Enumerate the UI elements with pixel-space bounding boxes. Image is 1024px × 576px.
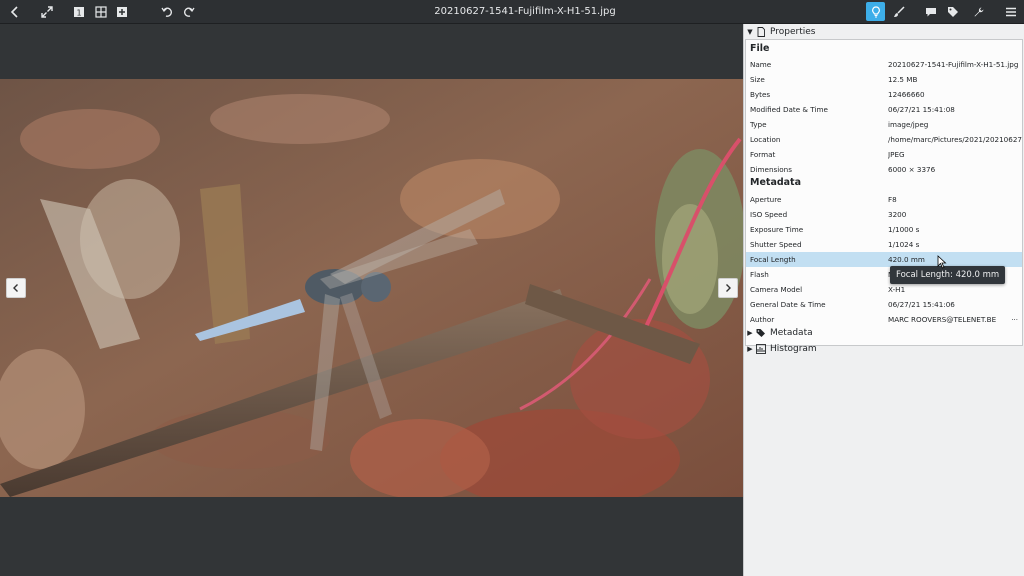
property-row[interactable]: General Date & Time 06/27/21 15:41:06 — [746, 297, 1022, 312]
property-value: 12.5 MB — [888, 75, 918, 84]
property-key: Exposure Time — [750, 225, 804, 234]
histogram-header-label: Histogram — [770, 344, 817, 354]
property-row[interactable]: Exposure Time 1/1000 s — [746, 222, 1022, 237]
collapsed-arrow-icon: ▶ — [747, 345, 753, 353]
back-icon[interactable] — [6, 3, 23, 20]
info-icon[interactable] — [866, 2, 885, 21]
document-icon — [756, 27, 767, 38]
property-key: Camera Model — [750, 285, 803, 294]
property-value: image/jpeg — [888, 120, 929, 129]
property-row[interactable]: Format JPEG — [746, 147, 1022, 162]
collapsed-arrow-icon: ▶ — [747, 329, 753, 337]
property-row[interactable]: Shutter Speed 1/1024 s — [746, 237, 1022, 252]
property-key: Bytes — [750, 90, 771, 99]
tags-icon — [756, 328, 767, 339]
property-value: 06/27/21 15:41:06 — [888, 300, 955, 309]
property-key: Author — [750, 315, 775, 324]
property-value: 1/1000 s — [888, 225, 920, 234]
histogram-section-header[interactable]: ▶ Histogram — [744, 341, 1024, 357]
property-row[interactable]: Camera Model X-H1 — [746, 282, 1022, 297]
fullscreen-icon[interactable] — [38, 3, 55, 20]
view-single-icon[interactable]: 1 — [70, 3, 87, 20]
property-key: Type — [750, 120, 767, 129]
property-value: JPEG — [888, 150, 905, 159]
focal-length-tooltip: Focal Length: 420.0 mm — [890, 266, 1006, 284]
property-key: Format — [750, 150, 776, 159]
window-title: 20210627-1541-Fujifilm-X-H1-51.jpg — [434, 6, 616, 17]
property-key: Flash — [750, 270, 769, 279]
property-value: /home/marc/Pictures/2021/20210627 ... — [888, 135, 1022, 144]
tools-icon[interactable] — [970, 3, 987, 20]
next-image-button[interactable] — [718, 278, 738, 298]
file-group-title: File — [750, 43, 770, 54]
property-key: Shutter Speed — [750, 240, 802, 249]
main-toolbar: 1 20210627-1541-Fujifilm-X-H1-51.jpg — [0, 0, 1024, 24]
more-button[interactable]: ... — [1011, 314, 1018, 322]
property-value: 20210627-1541-Fujifilm-X-H1-51.jpg — [888, 60, 1019, 69]
previous-image-button[interactable] — [6, 278, 26, 298]
image-viewer[interactable] — [0, 24, 743, 576]
property-row[interactable]: Aperture F8 — [746, 192, 1022, 207]
property-key: Aperture — [750, 195, 782, 204]
property-key: General Date & Time — [750, 300, 826, 309]
property-row[interactable]: Name 20210627-1541-Fujifilm-X-H1-51.jpg — [746, 57, 1022, 72]
rotate-right-icon[interactable] — [180, 3, 197, 20]
add-icon[interactable] — [113, 3, 130, 20]
property-key: ISO Speed — [750, 210, 788, 219]
property-value: MARC ROOVERS@TELENET.BE — [888, 315, 997, 324]
metadata-header-label: Metadata — [770, 328, 813, 338]
photo-dragonfly — [0, 79, 743, 497]
property-key: Size — [750, 75, 765, 84]
property-value: 12466660 — [888, 90, 925, 99]
property-key: Modified Date & Time — [750, 105, 828, 114]
hamburger-menu-icon[interactable] — [1002, 3, 1019, 20]
property-key: Dimensions — [750, 165, 792, 174]
histogram-icon — [756, 344, 767, 355]
properties-panel: ▼ Properties File Name 20210627-1541-Fuji… — [743, 24, 1024, 576]
properties-section-header[interactable]: ▼ Properties — [744, 24, 1024, 40]
property-row[interactable]: Size 12.5 MB — [746, 72, 1022, 87]
svg-text:1: 1 — [76, 8, 81, 17]
brush-icon[interactable] — [890, 3, 907, 20]
property-key: Focal Length — [750, 255, 796, 264]
property-row[interactable]: Dimensions 6000 × 3376 — [746, 162, 1022, 177]
property-value: 06/27/21 15:41:08 — [888, 105, 955, 114]
mouse-cursor-icon — [937, 255, 947, 269]
property-value: 6000 × 3376 — [888, 165, 936, 174]
metadata-section-header[interactable]: ▶ Metadata — [744, 325, 1024, 341]
tag-icon[interactable] — [944, 3, 961, 20]
properties-table: File Name 20210627-1541-Fujifilm-X-H1-51.… — [745, 39, 1023, 346]
metadata-group-title: Metadata — [750, 177, 802, 188]
property-row[interactable]: ISO Speed 3200 — [746, 207, 1022, 222]
property-row[interactable]: Modified Date & Time 06/27/21 15:41:08 — [746, 102, 1022, 117]
property-value: 1/1024 s — [888, 240, 920, 249]
property-value: X-H1 — [888, 285, 906, 294]
properties-header-label: Properties — [770, 27, 816, 37]
rotate-left-icon[interactable] — [158, 3, 175, 20]
property-key: Location — [750, 135, 781, 144]
property-row[interactable]: Focal Length 420.0 mm — [746, 252, 1022, 267]
property-value: 3200 — [888, 210, 907, 219]
view-grid-icon[interactable] — [92, 3, 109, 20]
property-value: 420.0 mm — [888, 255, 925, 264]
expanded-arrow-icon: ▼ — [747, 28, 753, 36]
property-row[interactable]: Bytes 12466660 — [746, 87, 1022, 102]
property-row[interactable]: Type image/jpeg — [746, 117, 1022, 132]
property-value: F8 — [888, 195, 897, 204]
comment-icon[interactable] — [922, 3, 939, 20]
property-key: Name — [750, 60, 772, 69]
property-row[interactable]: Location/home/marc/Pictures/2021/2021062… — [746, 132, 1022, 147]
